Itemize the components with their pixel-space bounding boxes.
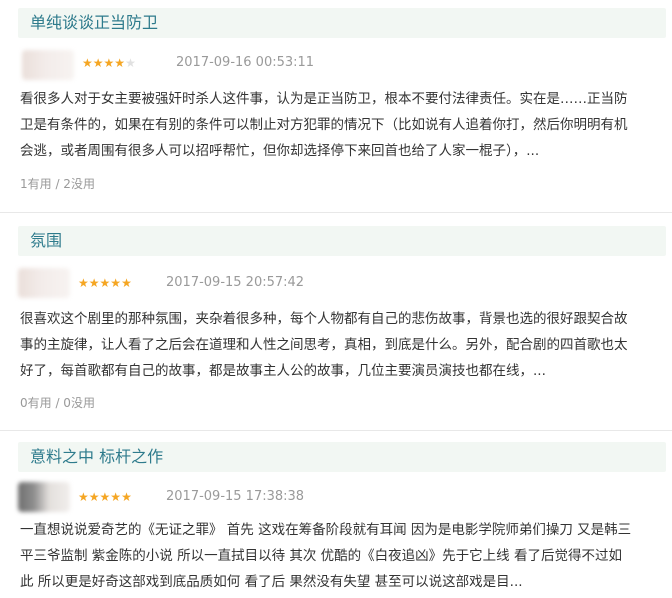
- vote-counts[interactable]: 1有用 / 2没用: [20, 175, 95, 192]
- review-line: 一直想说说爱奇艺的《无证之罪》 首先 这戏在筹备阶段就有耳闻 因为是电影学院师弟…: [20, 522, 632, 538]
- review-line: 此 所以更是好奇这部戏到底品质如何 看了后 果然没有失望 甚至可以说这部戏是目.…: [20, 574, 523, 590]
- star-rating: ★★★★★: [78, 490, 132, 504]
- review-title-bar[interactable]: 意料之中 标杆之作: [18, 442, 666, 472]
- review-title[interactable]: 意料之中 标杆之作: [30, 442, 163, 472]
- divider: [0, 212, 672, 213]
- review-line: 看很多人对于女主要被强奸时杀人这件事，认为是正当防卫，根本不要付法律责任。实在是…: [20, 91, 628, 107]
- star-icon: ★: [114, 56, 126, 70]
- star-icon: ★: [103, 56, 115, 70]
- review-title-bar[interactable]: 氛围: [18, 226, 666, 256]
- star-icon: ★: [82, 56, 93, 70]
- review-timestamp: 2017-09-15 20:57:42: [166, 275, 305, 290]
- divider: [0, 430, 672, 431]
- avatar[interactable]: [22, 50, 74, 80]
- review-title[interactable]: 单纯谈谈正当防卫: [30, 8, 158, 38]
- star-icon: ★: [99, 276, 111, 290]
- star-rating: ★★★★★: [82, 56, 136, 70]
- vote-counts[interactable]: 0有用 / 0没用: [20, 394, 95, 411]
- star-icon: ★: [121, 490, 132, 504]
- review-body: 很喜欢这个剧里的那种氛围，夹杂着很多种，每个人物都有自己的悲伤故事，背景也选的很…: [20, 306, 658, 384]
- review-body: 看很多人对于女主要被强奸时杀人这件事，认为是正当防卫，根本不要付法律责任。实在是…: [20, 86, 658, 164]
- star-icon: ★: [110, 490, 122, 504]
- star-icon: ★: [121, 276, 132, 290]
- review-line: 会逃，或者周围有很多人可以招呼帮忙，但你却选择停下来回首也给了人家一棍子），..…: [20, 143, 540, 159]
- review-title[interactable]: 氛围: [30, 226, 62, 256]
- review-body: 一直想说说爱奇艺的《无证之罪》 首先 这戏在筹备阶段就有耳闻 因为是电影学院师弟…: [20, 517, 658, 595]
- review-timestamp: 2017-09-16 00:53:11: [176, 55, 315, 70]
- avatar[interactable]: [18, 482, 70, 512]
- star-icon: ★: [78, 276, 89, 290]
- review-title-bar[interactable]: 单纯谈谈正当防卫: [18, 8, 666, 38]
- star-icon: ★: [110, 276, 122, 290]
- star-icon: ★: [99, 490, 111, 504]
- review-line: 平三爷监制 紫金陈的小说 所以一直拭目以待 其次 优酷的《白夜追凶》先于它上线 …: [20, 548, 622, 564]
- review-line: 好了，每首歌都有自己的故事，都是故事主人公的故事，几位主要演员演技也都在线，..…: [20, 363, 546, 379]
- star-icon: ★: [88, 490, 100, 504]
- star-icon: ★: [125, 56, 136, 70]
- review-line: 很喜欢这个剧里的那种氛围，夹杂着很多种，每个人物都有自己的悲伤故事，背景也选的很…: [20, 311, 628, 327]
- star-icon: ★: [78, 490, 89, 504]
- review-timestamp: 2017-09-15 17:38:38: [166, 489, 305, 504]
- star-icon: ★: [88, 276, 100, 290]
- review-line: 卫是有条件的，如果在有别的条件可以制止对方犯罪的情况下（比如说有人追着你打，然后…: [20, 117, 628, 133]
- star-rating: ★★★★★: [78, 276, 132, 290]
- star-icon: ★: [92, 56, 104, 70]
- review-line: 事的主旋律，让人看了之后会在道理和人性之间思考，真相，到底是什么。另外，配合剧的…: [20, 337, 628, 353]
- avatar[interactable]: [18, 268, 70, 298]
